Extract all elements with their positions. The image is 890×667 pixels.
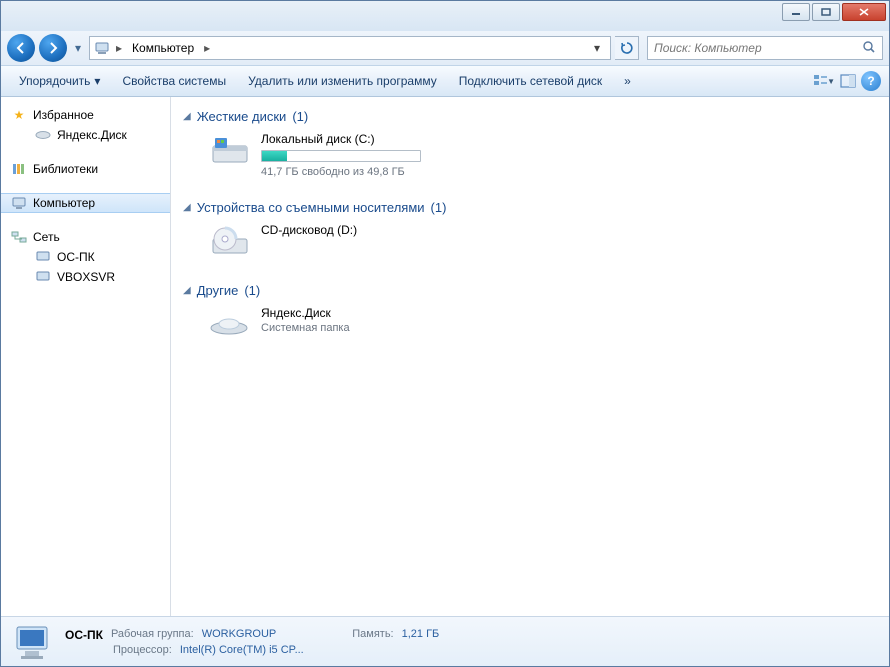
sidebar-item-vboxsvr[interactable]: VBOXSVR (1, 267, 170, 287)
sidebar-network-header[interactable]: Сеть (1, 227, 170, 247)
sidebar-item-os-pk[interactable]: ОС-ПК (1, 247, 170, 267)
sidebar-network-label: Сеть (33, 230, 60, 244)
disk-usage-bar (261, 150, 421, 162)
star-icon: ★ (11, 107, 27, 123)
network-icon (11, 229, 27, 245)
sidebar-item-label: VBOXSVR (57, 270, 115, 284)
ufo-icon (207, 306, 251, 344)
sidebar-computer-label: Компьютер (33, 196, 95, 210)
command-bar: Упорядочить ▾ Свойства системы Удалить ил… (1, 65, 889, 97)
collapse-arrow-icon: ◢ (183, 202, 191, 213)
sidebar-libraries-label: Библиотеки (33, 162, 98, 176)
address-dropdown-button[interactable]: ▾ (588, 38, 606, 58)
sidebar-item-yandex-disk[interactable]: Яндекс.Диск (1, 125, 170, 145)
sidebar-favorites-label: Избранное (33, 108, 94, 122)
status-cpu-label: Процессор: (113, 644, 172, 656)
category-header-removable[interactable]: ◢ Устройства со съемными носителями (1) (183, 196, 877, 219)
hdd-icon (207, 132, 251, 170)
system-properties-button[interactable]: Свойства системы (112, 70, 236, 92)
breadcrumb-root-chevron[interactable]: ▸ (114, 37, 124, 59)
cd-drive-icon (207, 223, 251, 261)
status-cpu-value: Intel(R) Core(TM) i5 CP... (180, 644, 304, 656)
drive-item-cd[interactable]: CD-дисковод (D:) (183, 219, 877, 265)
drive-name: CD-дисковод (D:) (261, 223, 357, 237)
pc-icon (35, 249, 51, 265)
navigation-pane: ★ Избранное Яндекс.Диск Библиотеки Компь… (1, 97, 171, 616)
computer-icon (11, 195, 27, 211)
status-memory-value: 1,21 ГБ (402, 628, 440, 642)
breadcrumb-chevron[interactable]: ▸ (202, 37, 212, 59)
category-count: (1) (431, 200, 447, 215)
minimize-button[interactable] (782, 3, 810, 21)
category-count: (1) (292, 109, 308, 124)
category-count: (1) (244, 283, 260, 298)
disk-icon (35, 127, 51, 143)
map-network-drive-button[interactable]: Подключить сетевой диск (449, 70, 612, 92)
sidebar-item-label: Яндекс.Диск (57, 128, 127, 142)
details-pane: ОС-ПК Рабочая группа: WORKGROUP Память: … (1, 616, 889, 666)
close-button[interactable] (842, 3, 886, 21)
drive-freespace: 41,7 ГБ свободно из 49,8 ГБ (261, 166, 421, 178)
drive-name: Локальный диск (C:) (261, 132, 421, 146)
maximize-button[interactable] (812, 3, 840, 21)
search-placeholder: Поиск: Компьютер (654, 41, 762, 55)
item-name: Яндекс.Диск (261, 306, 350, 320)
computer-large-icon (11, 621, 53, 663)
category-title: Другие (197, 283, 239, 298)
category-header-hdd[interactable]: ◢ Жесткие диски (1) (183, 105, 877, 128)
chevron-down-icon: ▾ (94, 74, 100, 88)
status-workgroup-value: WORKGROUP (202, 628, 277, 642)
toolbar-overflow-button[interactable]: » (614, 70, 641, 92)
collapse-arrow-icon: ◢ (183, 111, 191, 122)
status-workgroup-label: Рабочая группа: (111, 628, 194, 642)
sidebar-favorites-header[interactable]: ★ Избранное (1, 105, 170, 125)
navigation-bar: ▾ ▸ Компьютер ▸ ▾ Поиск: Компьютер (1, 31, 889, 65)
organize-menu[interactable]: Упорядочить ▾ (9, 70, 110, 92)
preview-pane-button[interactable] (837, 70, 859, 92)
collapse-arrow-icon: ◢ (183, 285, 191, 296)
refresh-button[interactable] (615, 36, 639, 60)
organize-label: Упорядочить (19, 74, 90, 88)
view-options-button[interactable]: ▼ (813, 70, 835, 92)
window-titlebar (1, 1, 889, 31)
category-header-other[interactable]: ◢ Другие (1) (183, 279, 877, 302)
search-icon (862, 40, 876, 57)
libraries-icon (11, 161, 27, 177)
sidebar-libraries-header[interactable]: Библиотеки (1, 159, 170, 179)
category-title: Устройства со съемными носителями (197, 200, 425, 215)
breadcrumb-computer[interactable]: Компьютер (128, 37, 198, 59)
status-memory-label: Память: (352, 628, 393, 642)
category-title: Жесткие диски (197, 109, 287, 124)
help-button[interactable]: ? (861, 71, 881, 91)
item-subtitle: Системная папка (261, 322, 350, 334)
drive-item-c[interactable]: Локальный диск (C:) 41,7 ГБ свободно из … (183, 128, 877, 182)
content-area: ◢ Жесткие диски (1) Локальный диск (C:) … (171, 97, 889, 616)
item-yandex-disk[interactable]: Яндекс.Диск Системная папка (183, 302, 877, 348)
status-hostname: ОС-ПК (65, 628, 103, 642)
sidebar-item-label: ОС-ПК (57, 250, 95, 264)
computer-icon (94, 40, 110, 56)
search-input[interactable]: Поиск: Компьютер (647, 36, 883, 60)
pc-icon (35, 269, 51, 285)
sidebar-computer-header[interactable]: Компьютер (1, 193, 170, 213)
uninstall-change-button[interactable]: Удалить или изменить программу (238, 70, 447, 92)
forward-button[interactable] (39, 34, 67, 62)
address-bar[interactable]: ▸ Компьютер ▸ ▾ (89, 36, 611, 60)
history-dropdown[interactable]: ▾ (71, 34, 85, 62)
back-button[interactable] (7, 34, 35, 62)
